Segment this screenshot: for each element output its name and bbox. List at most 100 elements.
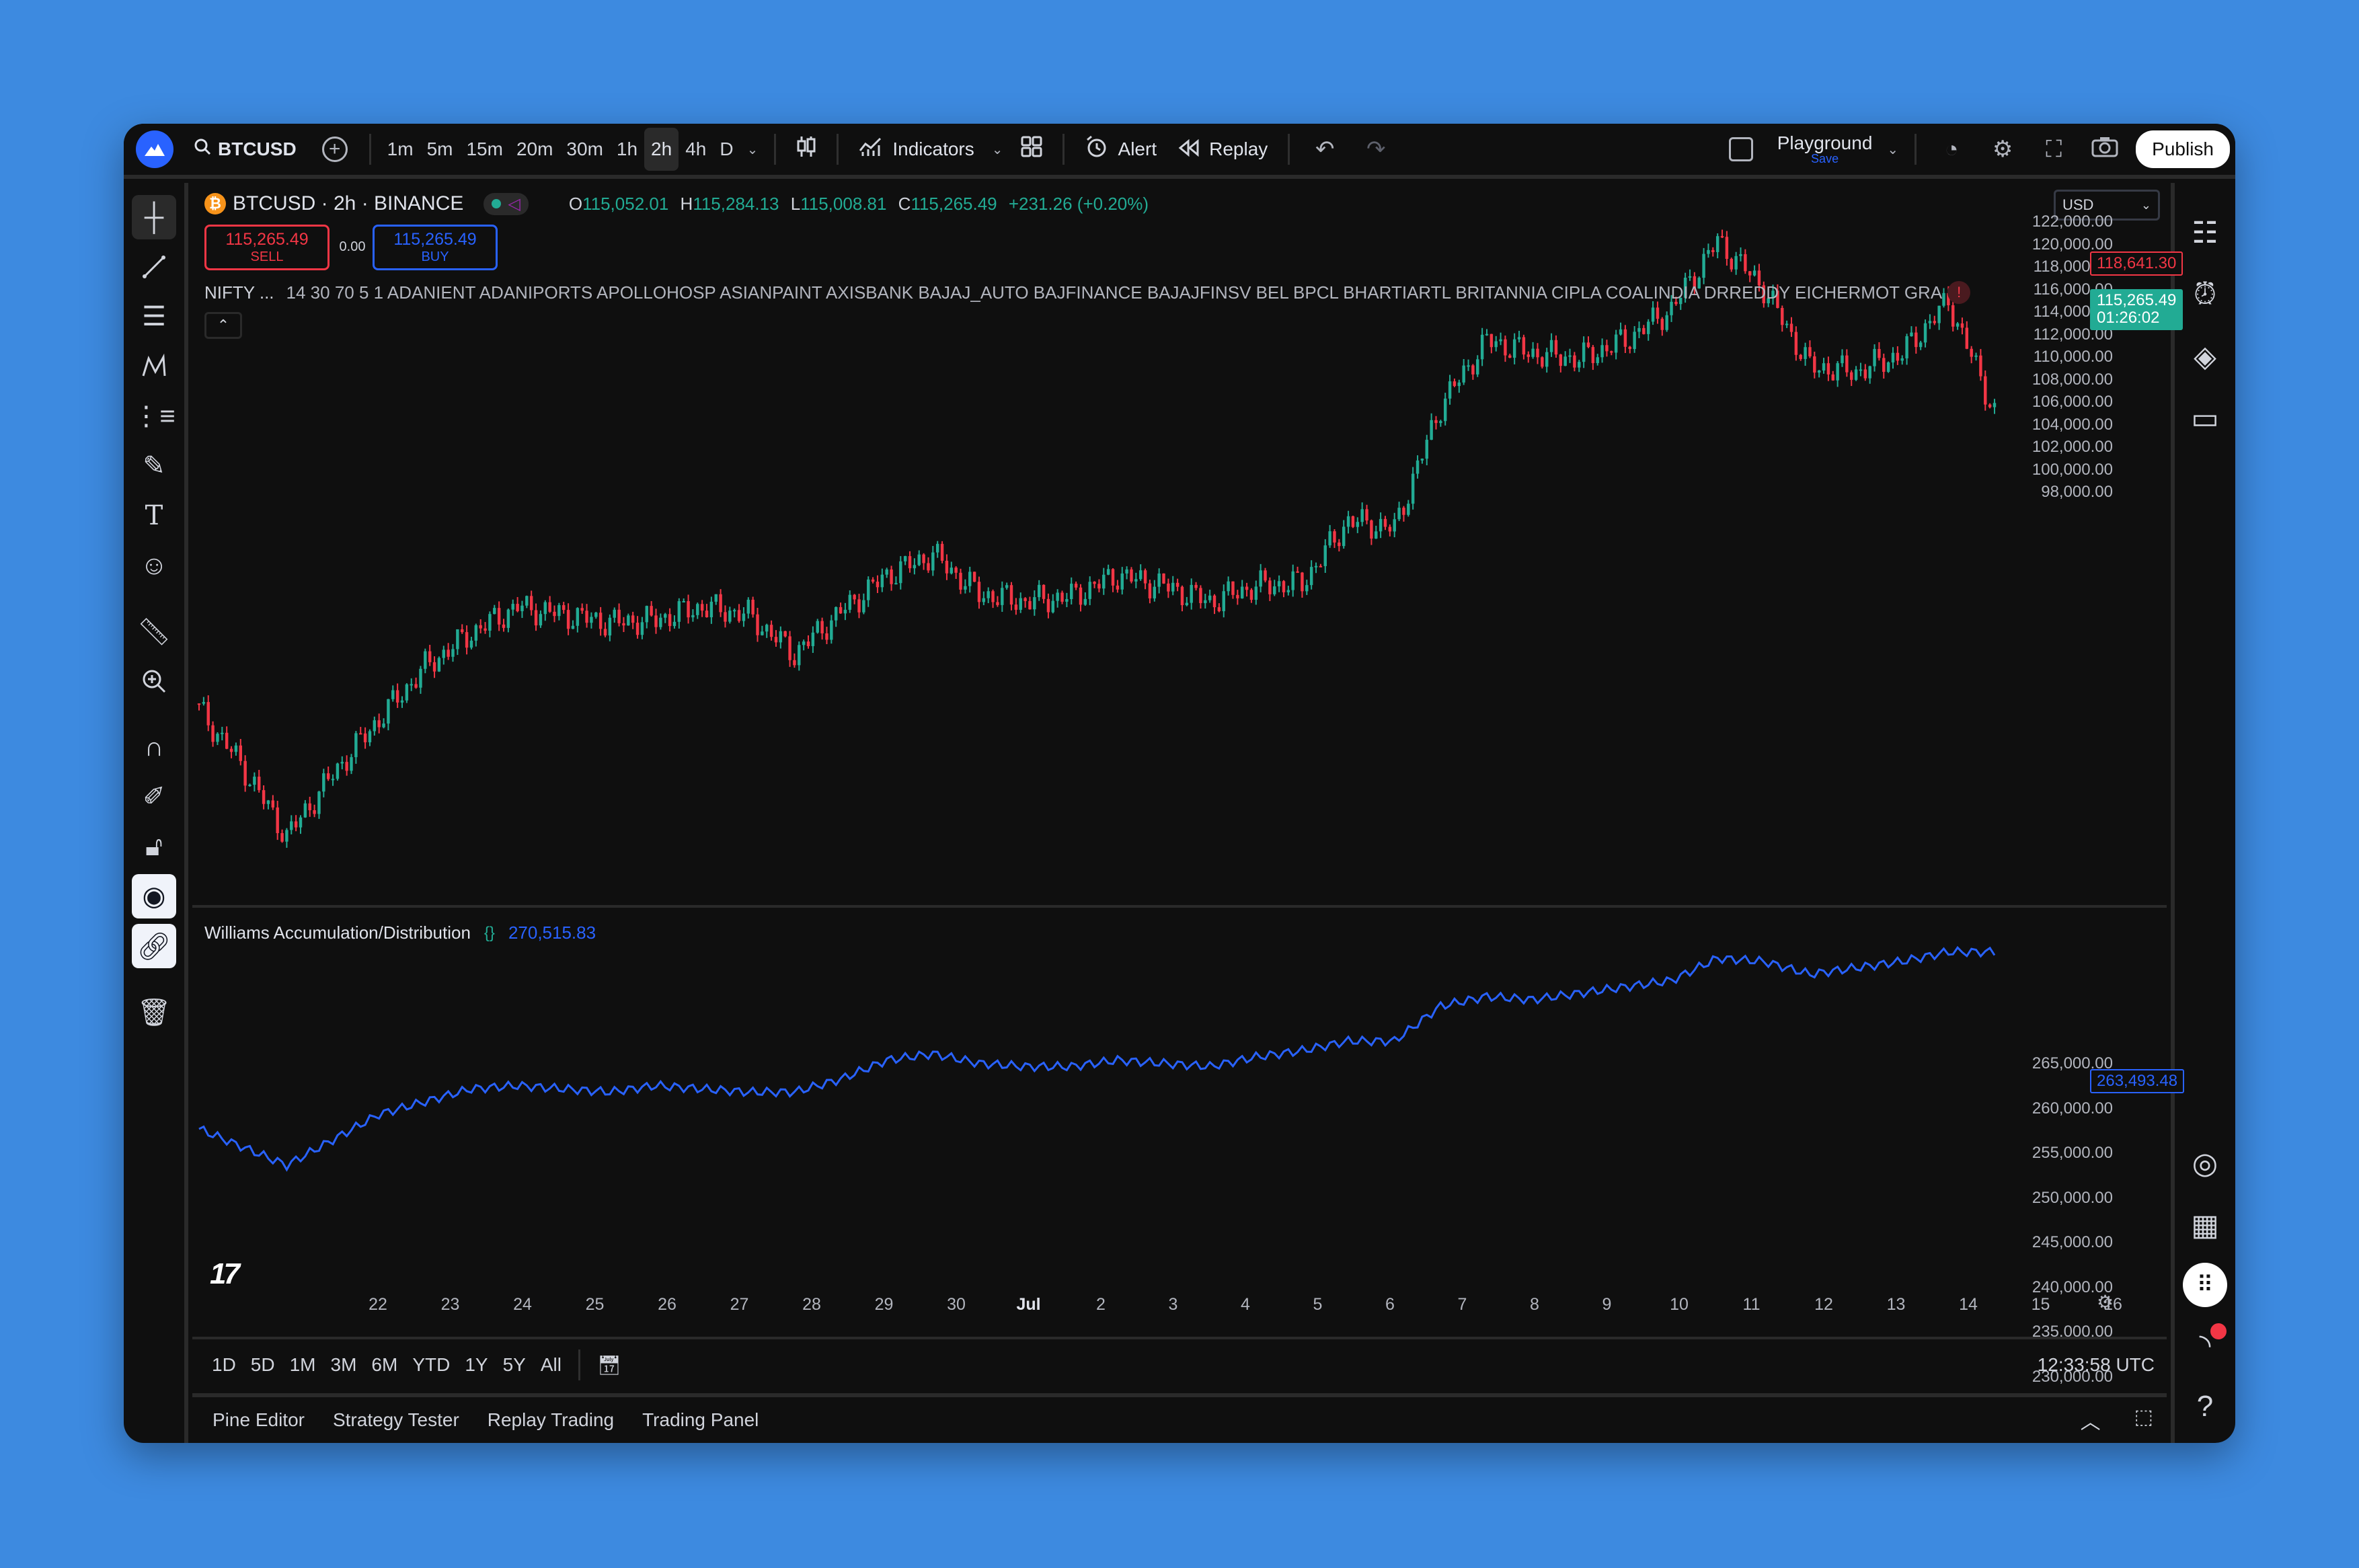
range-1d[interactable]: 1D	[204, 1354, 243, 1376]
alerts-button[interactable]: ⏰︎	[2181, 270, 2229, 319]
candle-body	[1988, 404, 1992, 407]
interval-1h[interactable]: 1h	[610, 128, 644, 171]
interval-dropdown-chevron-icon[interactable]: ⌄	[740, 124, 765, 175]
quick-search-button[interactable]: ◔	[1926, 124, 1977, 175]
settings-button[interactable]: ⚙	[1977, 124, 2028, 175]
range-ytd[interactable]: YTD	[405, 1354, 457, 1376]
interval-2h[interactable]: 2h	[644, 128, 679, 171]
remove-drawings-button[interactable]: 🗑︎	[132, 990, 176, 1034]
candle-body	[977, 582, 981, 602]
candle-body	[1338, 542, 1341, 547]
price-tick-label: 110,000.00	[2033, 348, 2113, 366]
snapshot-button[interactable]	[2079, 124, 2130, 175]
alert-button[interactable]: Alert	[1074, 124, 1168, 175]
tab-strategy-tester[interactable]: Strategy Tester	[326, 1409, 481, 1431]
candle-body	[1993, 403, 1997, 407]
layout-checkbox[interactable]	[1728, 137, 1753, 161]
layout-name-button[interactable]: Playground Save	[1769, 124, 1881, 175]
object-tree-button[interactable]: ◈	[2181, 332, 2229, 381]
collapse-legend-button[interactable]: ⌃	[204, 312, 242, 339]
nifty-indicator-legend[interactable]: NIFTY ... 14 30 70 5 1 ADANIENT ADANIPOR…	[204, 281, 2034, 304]
status-badge[interactable]: ◁	[484, 192, 529, 215]
measure-tool-button[interactable]: 📏︎	[132, 609, 176, 654]
layout-save-label[interactable]: Save	[1811, 153, 1839, 165]
indicators-button[interactable]: Indicators	[848, 124, 984, 175]
interval-30m[interactable]: 30m	[559, 128, 609, 171]
help-button[interactable]: ?	[2181, 1382, 2229, 1431]
tab-trading-panel[interactable]: Trading Panel	[635, 1409, 780, 1431]
candle-body	[1915, 332, 1918, 348]
candle-body	[359, 733, 362, 735]
range-1y[interactable]: 1Y	[457, 1354, 495, 1376]
chevron-up-icon[interactable]: ︿	[2081, 1405, 2101, 1435]
watchlist-button[interactable]: ☷	[2181, 208, 2229, 257]
sync-drawings-button[interactable]: 🔗︎	[132, 924, 176, 968]
fullscreen-button[interactable]: ⛶	[2028, 124, 2079, 175]
compare-add-button[interactable]: +	[321, 136, 348, 162]
range-3m[interactable]: 3M	[323, 1354, 364, 1376]
axis-settings-button[interactable]: ⚙	[2097, 1291, 2114, 1313]
replay-button[interactable]: Replay	[1167, 124, 1278, 175]
sell-button[interactable]: 115,265.49 SELL	[204, 225, 330, 270]
brush-tool-button[interactable]: ✎	[132, 444, 176, 488]
products-button[interactable]: ⠿	[2183, 1263, 2227, 1307]
interval-5m[interactable]: 5m	[420, 128, 460, 171]
range-6m[interactable]: 6M	[364, 1354, 405, 1376]
layout-chevron-icon[interactable]: ⌄	[1880, 124, 1905, 175]
candle-body	[1748, 271, 1752, 276]
fib-tool-button[interactable]: ☰	[132, 295, 176, 339]
range-5d[interactable]: 5D	[243, 1354, 282, 1376]
calendar-button[interactable]: ▦	[2181, 1201, 2229, 1249]
zoom-tool-button[interactable]	[132, 659, 176, 703]
interval-20m[interactable]: 20m	[510, 128, 559, 171]
interval-1m[interactable]: 1m	[381, 128, 420, 171]
candle-body	[728, 611, 732, 622]
chats-button[interactable]: ▭	[2181, 394, 2229, 442]
trend-line-tool-button[interactable]	[132, 245, 176, 289]
candle-body	[1370, 520, 1373, 539]
symbol-search[interactable]: BTCUSD	[188, 124, 310, 175]
forecast-tool-button[interactable]: ⋮≡	[132, 394, 176, 438]
text-tool-button[interactable]: T	[132, 494, 176, 538]
avatar[interactable]	[136, 130, 173, 168]
candle-body	[428, 651, 432, 662]
ideas-button[interactable]: ◎	[2181, 1139, 2229, 1187]
indicators-chevron-icon[interactable]: ⌄	[985, 124, 1010, 175]
layout-grid-button[interactable]	[1010, 124, 1053, 175]
magnet-tool-button[interactable]: ∩	[132, 725, 176, 769]
tab-replay-trading[interactable]: Replay Trading	[481, 1409, 635, 1431]
redo-button[interactable]: ↷	[1350, 124, 1401, 175]
news-feed-button[interactable]: ◝	[2181, 1321, 2229, 1369]
buy-button[interactable]: 115,265.49 BUY	[373, 225, 498, 270]
chart-area[interactable]: ₿ BTCUSD · 2h · BINANCE ◁ O115,052.01 H1…	[192, 183, 2185, 1390]
range-all[interactable]: All	[533, 1354, 569, 1376]
pattern-tool-button[interactable]	[132, 344, 176, 389]
tab-pine-editor[interactable]: Pine Editor	[206, 1409, 326, 1431]
wad-name[interactable]: Williams Accumulation/Distribution	[204, 923, 471, 943]
hide-drawings-button[interactable]: ◉	[132, 874, 176, 918]
emoji-tool-button[interactable]: ☺	[132, 543, 176, 588]
interval-D[interactable]: D	[713, 128, 740, 171]
candle-body	[650, 606, 653, 616]
warning-icon[interactable]: !	[1947, 281, 1971, 304]
tradingview-logo[interactable]: 17	[210, 1257, 240, 1291]
chart-type-button[interactable]	[785, 124, 827, 175]
legend-title[interactable]: BTCUSD · 2h · BINANCE	[233, 192, 463, 215]
candle-body	[709, 601, 713, 618]
interval-4h[interactable]: 4h	[679, 128, 713, 171]
goto-date-button[interactable]: 📅︎	[590, 1354, 629, 1376]
candle-body	[802, 641, 806, 645]
source-code-icon[interactable]: {}	[484, 924, 495, 943]
lock-drawing-button[interactable]: ✐	[132, 775, 176, 819]
clock[interactable]: 12:33:58 UTC	[2038, 1354, 2155, 1376]
undo-button[interactable]: ↶	[1299, 124, 1350, 175]
pane-separator[interactable]	[192, 905, 2167, 908]
range-5y[interactable]: 5Y	[496, 1354, 533, 1376]
publish-button[interactable]: Publish	[2136, 130, 2230, 168]
range-1m[interactable]: 1M	[282, 1354, 323, 1376]
crosshair-tool-button[interactable]: ┼	[132, 195, 176, 239]
chart-canvas[interactable]	[192, 183, 2167, 1337]
lock-all-button[interactable]: 🔓︎	[132, 824, 176, 869]
maximize-icon[interactable]: ⬚	[2134, 1405, 2153, 1435]
interval-15m[interactable]: 15m	[459, 128, 509, 171]
